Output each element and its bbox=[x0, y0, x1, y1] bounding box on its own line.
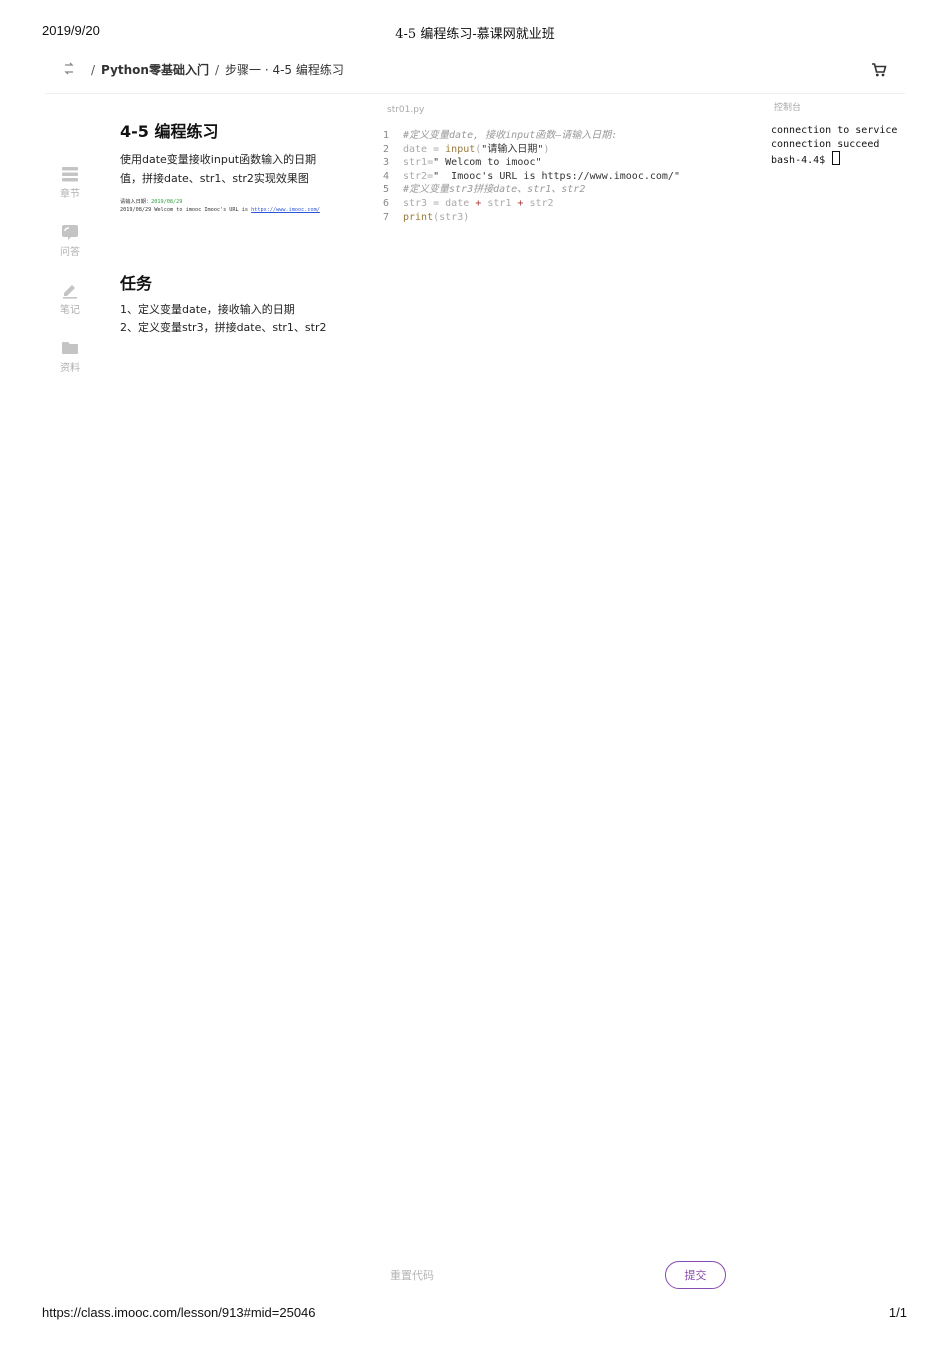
print-title: 4-5 编程练习-慕课网就业班 bbox=[395, 27, 555, 42]
code-line: 2 date = input("请输入日期") bbox=[383, 143, 550, 155]
switch-icon[interactable] bbox=[62, 62, 76, 76]
code-line: 4 str2=" Imooc's URL is https://www.imooc… bbox=[383, 170, 680, 182]
chapter-icon bbox=[62, 167, 78, 182]
code-line: 5 #定义变量str3拼接date、str1、str2 bbox=[383, 184, 586, 196]
result-image: 请输入日期：2019/08/29 2019/08/29 Welcom to im… bbox=[120, 199, 320, 213]
task-item: 2、定义变量str3，拼接date、str1、str2 bbox=[120, 321, 327, 334]
task-list: 1、定义变量date，接收输入的日期 2、定义变量str3，拼接date、str… bbox=[120, 301, 327, 337]
file-tab[interactable]: str01.py bbox=[387, 105, 424, 115]
sidebar-item-qa[interactable]: 问答 bbox=[50, 223, 90, 281]
task-title: 任务 bbox=[120, 274, 153, 293]
sidebar-item-material[interactable]: 资料 bbox=[50, 339, 90, 397]
code-line: 7 print(str3) bbox=[383, 211, 470, 223]
task-item: 1、定义变量date，接收输入的日期 bbox=[120, 303, 295, 316]
print-page-number: 1/1 bbox=[888, 1305, 907, 1320]
sidebar: 章节 问答 笔记 资料 bbox=[50, 165, 90, 397]
code-line: 1 #定义变量date, 接收input函数–请输入日期: bbox=[383, 130, 618, 141]
qa-icon bbox=[62, 225, 78, 240]
lesson-description: 使用date变量接收input函数输入的日期值，拼接date、str1、str2… bbox=[120, 153, 317, 185]
code-line: 3 str1=" Welcom to imooc" bbox=[383, 157, 542, 169]
submit-button[interactable]: 提交 bbox=[665, 1261, 726, 1289]
breadcrumb-course[interactable]: Python零基础入门 bbox=[101, 63, 209, 77]
console-label: 控制台 bbox=[774, 103, 802, 113]
reset-code-button[interactable]: 重置代码 bbox=[390, 1267, 434, 1283]
sidebar-item-note[interactable]: 笔记 bbox=[50, 281, 90, 339]
console-cursor bbox=[832, 151, 841, 166]
folder-icon bbox=[62, 342, 78, 354]
top-bar: / Python零基础入门 / 步骤一 · 4-5 编程练习 bbox=[45, 55, 905, 94]
code-editor[interactable]: 1 #定义变量date, 接收input函数–请输入日期: 2 date = inpu… bbox=[383, 129, 680, 224]
breadcrumb: / Python零基础入门 / 步骤一 · 4-5 编程练习 bbox=[91, 63, 344, 77]
console-output[interactable]: connection to service connection succeed b… bbox=[771, 124, 897, 168]
print-url: https://class.imooc.com/lesson/913#mid=2… bbox=[42, 1305, 316, 1320]
lesson-title: 4-5 编程练习 bbox=[120, 122, 219, 141]
note-icon bbox=[63, 285, 77, 299]
code-line: 6 str3 = date + str1 + str2 bbox=[383, 197, 554, 209]
breadcrumb-step: 步骤一 · 4-5 编程练习 bbox=[225, 63, 344, 77]
sidebar-item-chapter[interactable]: 章节 bbox=[50, 165, 90, 223]
cart-icon[interactable] bbox=[871, 62, 887, 78]
